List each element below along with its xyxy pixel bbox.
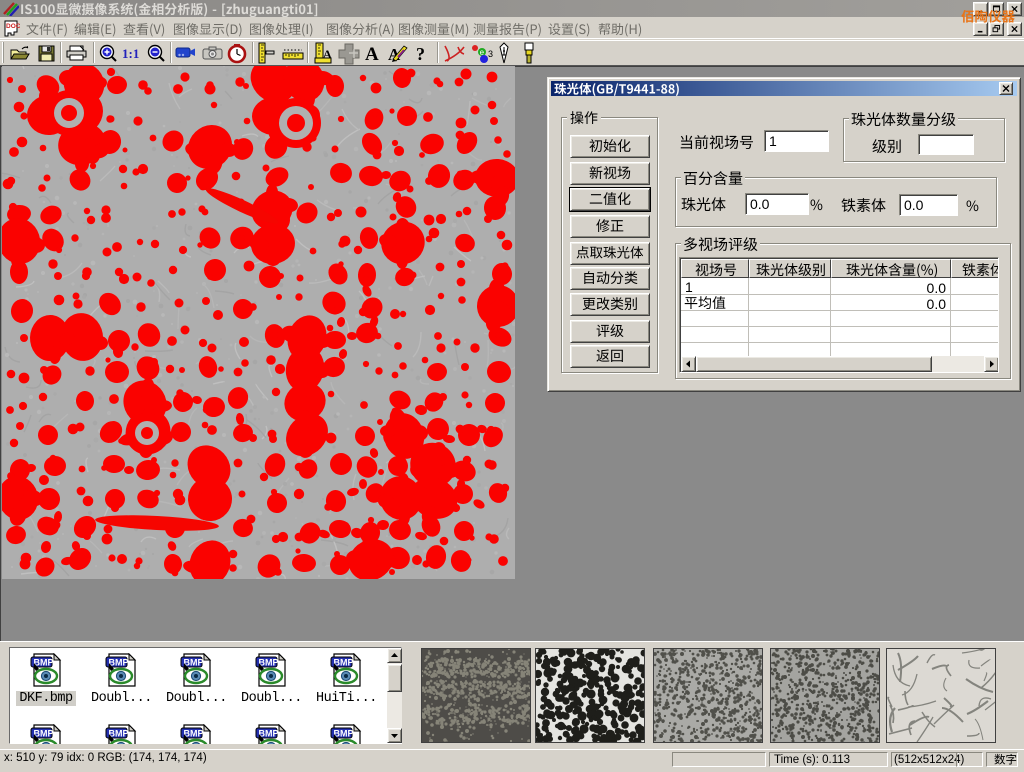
svg-text:3: 3 [488, 49, 493, 59]
svg-text:DOC: DOC [6, 23, 20, 30]
svg-text:A: A [323, 47, 332, 61]
svg-text:A: A [365, 44, 379, 65]
svg-text:1:1: 1:1 [122, 46, 139, 61]
svg-text:?: ? [416, 44, 425, 64]
